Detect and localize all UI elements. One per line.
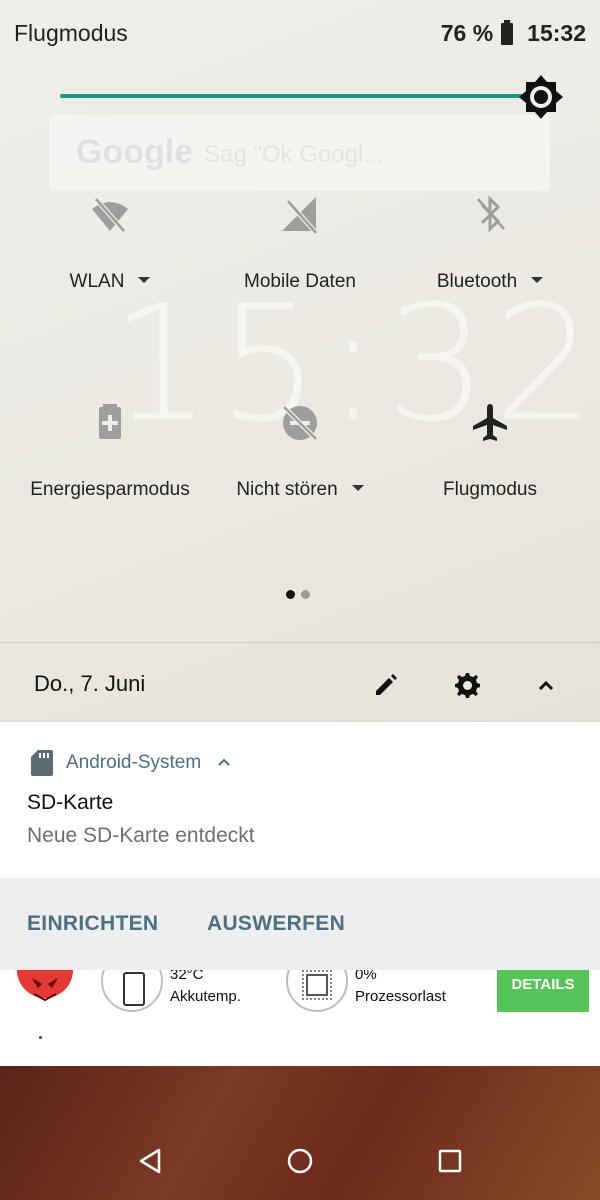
tile-airplane-mode-label: Flugmodus (443, 479, 537, 500)
background-search-widget: Google Sag "Ok Googl... (50, 115, 550, 191)
brightness-track[interactable] (60, 94, 530, 98)
bluetooth-off-icon (477, 195, 505, 233)
system-monitor-widget: 32°C Akkutemp. 0% Prozessorlast DETAILS (0, 970, 600, 1066)
notification-actions: EINRICHTEN AUSWERFEN (0, 878, 600, 970)
notification-title: SD-Karte (27, 791, 114, 814)
navigation-bar (0, 1120, 600, 1200)
tile-wlan[interactable]: WLAN (10, 193, 210, 313)
notification-card[interactable]: Android-System SD-Karte Neue SD-Karte en… (0, 722, 600, 880)
brightness-slider[interactable] (60, 75, 563, 119)
chevron-down-icon[interactable] (138, 276, 151, 283)
notification-app-name: Android-System (66, 752, 202, 773)
tile-mobile-data[interactable]: Mobile Daten (200, 193, 400, 313)
eject-button[interactable]: AUSWERFEN (207, 912, 345, 936)
mobile-data-off-icon (282, 197, 318, 235)
gear-icon[interactable] (448, 667, 484, 703)
edit-icon[interactable] (368, 667, 404, 703)
status-carrier: Flugmodus (14, 20, 128, 46)
tile-do-not-disturb-label: Nicht stören (236, 479, 338, 500)
cpu-label: Prozessorlast (355, 988, 446, 1005)
chevron-down-icon[interactable] (531, 276, 544, 283)
temperature-gauge (101, 970, 163, 1012)
status-bar: Flugmodus 76 % 15:32 (0, 0, 600, 68)
brightness-icon[interactable] (518, 74, 564, 120)
cpu-value: 0% (355, 970, 377, 983)
airplane-icon (473, 404, 507, 441)
tile-bluetooth[interactable]: Bluetooth (390, 193, 590, 313)
battery-icon (501, 19, 514, 45)
temperature-label: Akkutemp. (170, 988, 241, 1005)
status-dot (39, 1036, 42, 1039)
tile-battery-saver-label: Energiesparmodus (30, 479, 190, 500)
app-logo-icon (17, 970, 73, 1002)
quick-settings-panel: Google Sag "Ok Googl... 15:32 Flugmodus … (0, 0, 600, 722)
page-dot (301, 590, 310, 599)
chevron-up-icon[interactable] (528, 667, 564, 703)
status-time: 15:32 (527, 20, 586, 46)
battery-percent: 76 % (440, 20, 494, 46)
page-indicator (286, 590, 310, 599)
date-row: Do., 7. Juni (0, 643, 600, 722)
background-search-brand: Google (76, 133, 194, 171)
battery-saver-icon (99, 404, 121, 439)
notification-text: Neue SD-Karte entdeckt (27, 824, 255, 847)
tile-battery-saver[interactable]: Energiesparmodus (10, 401, 210, 521)
page-dot-active (286, 590, 295, 599)
tile-bluetooth-label: Bluetooth (436, 271, 518, 292)
chevron-down-icon[interactable] (351, 484, 364, 491)
chevron-up-icon[interactable] (217, 757, 231, 767)
tile-do-not-disturb[interactable]: Nicht stören (200, 401, 400, 521)
do-not-disturb-off-icon (282, 405, 318, 441)
home-icon[interactable] (285, 1146, 315, 1176)
tile-airplane-mode[interactable]: Flugmodus (390, 401, 590, 521)
wifi-off-icon (92, 197, 128, 233)
setup-button[interactable]: EINRICHTEN (27, 912, 158, 936)
cpu-icon (302, 970, 332, 1000)
sd-card-icon (31, 750, 53, 776)
recents-icon[interactable] (435, 1146, 465, 1176)
tile-mobile-data-label: Mobile Daten (244, 271, 356, 292)
temperature-value: 32°C (170, 970, 204, 983)
details-button[interactable]: DETAILS (497, 970, 589, 1012)
tile-wlan-label: WLAN (69, 271, 125, 292)
phone-icon (123, 972, 145, 1006)
back-icon[interactable] (135, 1146, 165, 1176)
date-label: Do., 7. Juni (34, 671, 146, 696)
cpu-gauge (286, 970, 348, 1012)
background-search-hint: Sag "Ok Googl... (204, 141, 384, 168)
